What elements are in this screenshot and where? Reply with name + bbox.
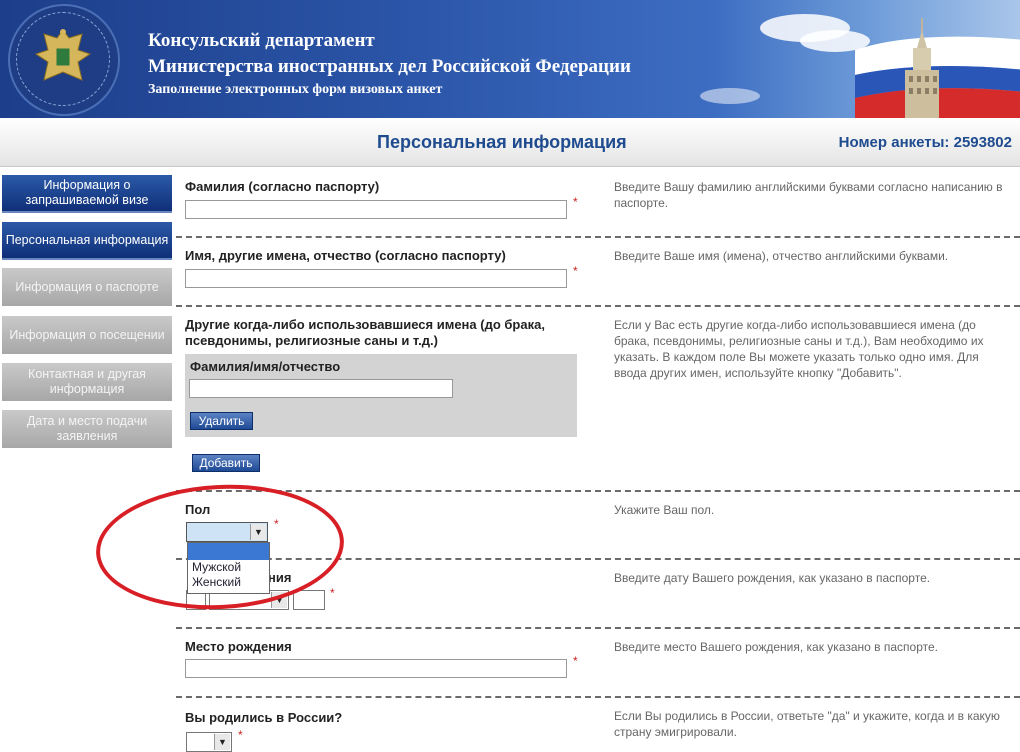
- section-divider: [176, 627, 1020, 629]
- required-mark: *: [573, 264, 578, 278]
- banner-title-line1: Консульский департамент: [148, 30, 375, 51]
- surname-label: Фамилия (согласно паспорту): [185, 179, 380, 194]
- section-divider: [176, 696, 1020, 698]
- surname-input[interactable]: [185, 200, 567, 219]
- nav-item-personal-info[interactable]: Персональная информация: [2, 222, 172, 260]
- banner-subtitle: Заполнение электронных форм визовых анке…: [148, 82, 443, 97]
- other-names-help: Если у Вас есть другие когда-либо исполь…: [614, 318, 984, 380]
- birth-place-label: Место рождения: [185, 639, 292, 654]
- other-names-input[interactable]: [189, 379, 453, 398]
- add-button[interactable]: Добавить: [192, 454, 260, 472]
- consular-emblem-icon: [8, 4, 120, 116]
- anketa-number: Номер анкеты: 2593802: [838, 134, 1012, 151]
- surname-help: Введите Вашу фамилию английскими буквами…: [614, 180, 1003, 210]
- birth-year-input[interactable]: [293, 590, 325, 610]
- section-divider: [176, 490, 1020, 492]
- birth-place-help: Введите место Вашего рождения, как указа…: [614, 640, 938, 654]
- born-in-russia-label: Вы родились в России?: [185, 710, 343, 725]
- nav-item-visa-info[interactable]: Информация о запрашиваемой визе: [2, 175, 172, 213]
- banner-title-line2: Министерства иностранных дел Российской …: [148, 56, 631, 77]
- page-title: Персональная информация: [377, 132, 627, 152]
- other-names-sublabel: Фамилия/имя/отчество: [190, 359, 341, 374]
- chevron-down-icon[interactable]: ▼: [214, 734, 230, 750]
- site-banner: Консульский департамент Министерства ино…: [0, 0, 1020, 118]
- section-divider: [176, 236, 1020, 238]
- section-divider: [176, 305, 1020, 307]
- birth-date-help: Введите дату Вашего рождения, как указан…: [614, 571, 931, 585]
- given-names-input[interactable]: [185, 269, 567, 288]
- mfa-building-icon: [905, 18, 939, 118]
- required-mark: *: [573, 195, 578, 209]
- required-mark: *: [330, 586, 335, 600]
- required-mark: *: [573, 654, 578, 668]
- nav-item-submission-info[interactable]: Дата и место подачи заявления: [2, 410, 172, 448]
- nav-item-contact-info[interactable]: Контактная и другая информация: [2, 363, 172, 401]
- delete-button[interactable]: Удалить: [190, 412, 253, 430]
- required-mark: *: [238, 728, 243, 742]
- born-in-russia-help: Если Вы родились в России, ответьте "да"…: [614, 709, 1000, 739]
- other-names-label: Другие когда-либо использовавшиеся имена…: [185, 317, 545, 348]
- nav-item-passport-info[interactable]: Информация о паспорте: [2, 268, 172, 306]
- born-in-russia-select[interactable]: ▼: [186, 732, 232, 752]
- given-names-help: Введите Ваше имя (имена), отчество англи…: [614, 249, 949, 263]
- sex-help: Укажите Ваш пол.: [614, 503, 715, 517]
- given-names-label: Имя, другие имена, отчество (согласно па…: [185, 248, 506, 263]
- cloud-decoration: [700, 88, 760, 104]
- nav-item-visit-info[interactable]: Информация о посещении: [2, 316, 172, 354]
- birth-place-input[interactable]: [185, 659, 567, 678]
